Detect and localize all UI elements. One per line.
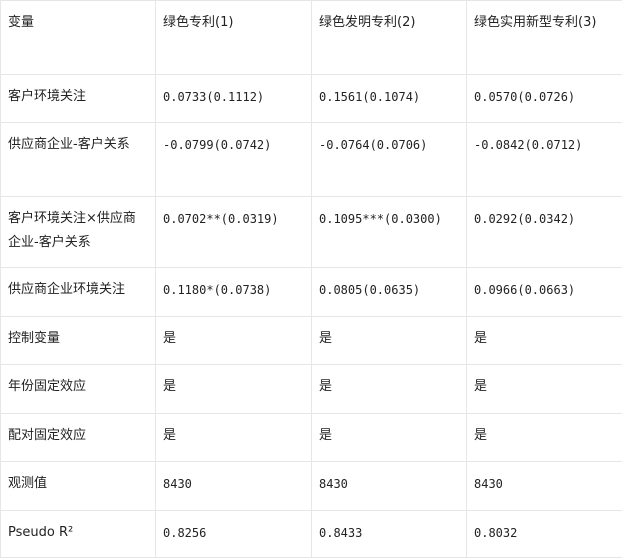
table-row: 供应商企业环境关注 0.1180*(0.0738) 0.0805(0.0635)… — [1, 268, 622, 317]
regression-table: 变量 绿色专利(1) 绿色发明专利(2) 绿色实用新型专利(3) 客户环境关注 … — [0, 0, 622, 558]
header-cell-green-invention-patent: 绿色发明专利(2) — [312, 1, 467, 75]
yes-cell: 是 — [312, 414, 467, 462]
yes-cell: 是 — [467, 365, 622, 414]
row-label: 客户环境关注×供应商企业-客户关系 — [1, 197, 156, 268]
observations-cell: 8430 — [312, 462, 467, 511]
coef-cell: -0.0799(0.0742) — [156, 123, 312, 197]
table-header-row: 变量 绿色专利(1) 绿色发明专利(2) 绿色实用新型专利(3) — [1, 1, 622, 75]
coef-cell: -0.0764(0.0706) — [312, 123, 467, 197]
coef-cell: 0.0805(0.0635) — [312, 268, 467, 317]
yes-cell: 是 — [312, 365, 467, 414]
coef-cell: 0.1561(0.1074) — [312, 75, 467, 123]
header-cell-variable: 变量 — [1, 1, 156, 75]
row-label: Pseudo R² — [1, 511, 156, 558]
pseudo-r2-cell: 0.8433 — [312, 511, 467, 558]
table-row: 控制变量 是 是 是 — [1, 317, 622, 365]
table-row: 年份固定效应 是 是 是 — [1, 365, 622, 414]
row-label: 客户环境关注 — [1, 75, 156, 123]
table-row: Pseudo R² 0.8256 0.8433 0.8032 — [1, 511, 622, 558]
table-row: 配对固定效应 是 是 是 — [1, 414, 622, 462]
table-row: 观测值 8430 8430 8430 — [1, 462, 622, 511]
row-label: 供应商企业环境关注 — [1, 268, 156, 317]
yes-cell: 是 — [156, 365, 312, 414]
row-label: 观测值 — [1, 462, 156, 511]
table-row: 客户环境关注 0.0733(0.1112) 0.1561(0.1074) 0.0… — [1, 75, 622, 123]
table-row: 供应商企业-客户关系 -0.0799(0.0742) -0.0764(0.070… — [1, 123, 622, 197]
coef-cell: 0.1180*(0.0738) — [156, 268, 312, 317]
pseudo-r2-cell: 0.8256 — [156, 511, 312, 558]
header-cell-green-patent: 绿色专利(1) — [156, 1, 312, 75]
yes-cell: 是 — [156, 414, 312, 462]
coef-cell: 0.1095***(0.0300) — [312, 197, 467, 268]
coef-cell: 0.0733(0.1112) — [156, 75, 312, 123]
coef-cell: 0.0292(0.0342) — [467, 197, 622, 268]
yes-cell: 是 — [312, 317, 467, 365]
row-label: 年份固定效应 — [1, 365, 156, 414]
row-label: 配对固定效应 — [1, 414, 156, 462]
observations-cell: 8430 — [467, 462, 622, 511]
coef-cell: 0.0702**(0.0319) — [156, 197, 312, 268]
yes-cell: 是 — [156, 317, 312, 365]
yes-cell: 是 — [467, 414, 622, 462]
table-row: 客户环境关注×供应商企业-客户关系 0.0702**(0.0319) 0.109… — [1, 197, 622, 268]
coef-cell: 0.0570(0.0726) — [467, 75, 622, 123]
yes-cell: 是 — [467, 317, 622, 365]
row-label: 供应商企业-客户关系 — [1, 123, 156, 197]
observations-cell: 8430 — [156, 462, 312, 511]
pseudo-r2-cell: 0.8032 — [467, 511, 622, 558]
row-label: 控制变量 — [1, 317, 156, 365]
coef-cell: 0.0966(0.0663) — [467, 268, 622, 317]
coef-cell: -0.0842(0.0712) — [467, 123, 622, 197]
header-cell-green-utility-patent: 绿色实用新型专利(3) — [467, 1, 622, 75]
